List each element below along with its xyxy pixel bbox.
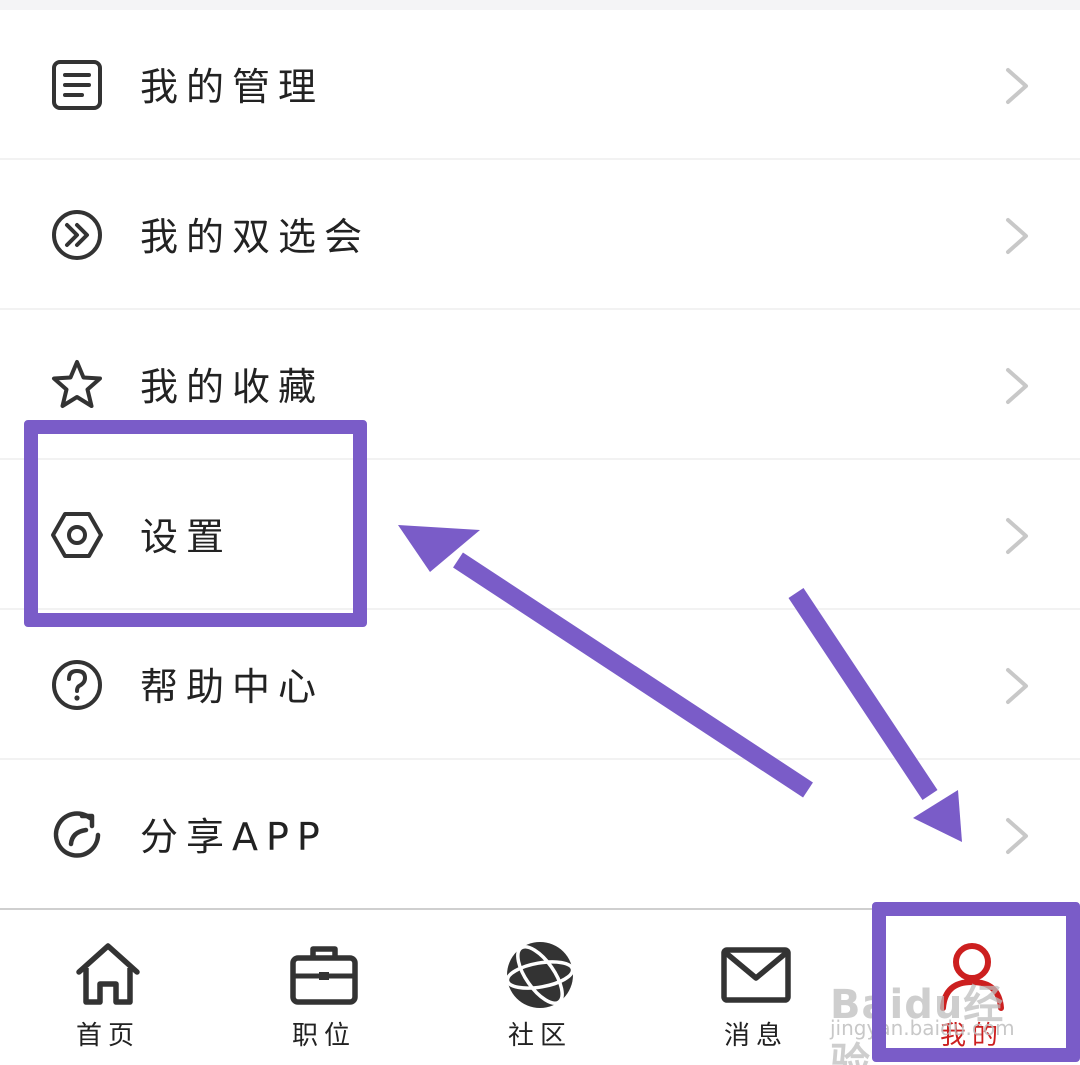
tab-label: 职位 (291, 1021, 356, 1051)
chevron-right-icon (1006, 818, 1028, 854)
bottom-tab-bar: 首页 职位 社区 消息 我的 (0, 908, 1080, 1065)
chevron-right-icon (1006, 218, 1028, 254)
tab-label: 社区 (507, 1021, 572, 1051)
list-icon (52, 60, 102, 110)
user-icon (940, 943, 1004, 1011)
menu-item-help-center[interactable]: 帮助中心 (0, 610, 1080, 760)
chevron-right-icon (1006, 518, 1028, 554)
menu-item-label: 我的管理 (140, 65, 325, 109)
tab-community[interactable]: 社区 (432, 910, 648, 1065)
menu-item-share-app[interactable]: 分享APP (0, 760, 1080, 910)
menu-item-label: 我的收藏 (140, 365, 325, 409)
tab-profile[interactable]: 我的 (864, 910, 1080, 1065)
mail-icon (721, 947, 791, 1003)
tab-home[interactable]: 首页 (0, 910, 216, 1065)
menu-item-my-job-fair[interactable]: 我的双选会 (0, 160, 1080, 310)
chevron-right-icon (1006, 668, 1028, 704)
chevron-right-icon (1006, 68, 1028, 104)
profile-menu: 我的管理 我的双选会 我的收藏 设置 帮助中心 分享APP (0, 10, 1080, 910)
tab-label: 消息 (723, 1021, 788, 1051)
tab-label: 首页 (75, 1021, 140, 1051)
tab-label: 我的 (939, 1021, 1004, 1051)
briefcase-icon (290, 946, 358, 1005)
question-circle-icon (52, 660, 102, 710)
menu-item-my-management[interactable]: 我的管理 (0, 10, 1080, 160)
menu-item-label: 设置 (140, 515, 233, 559)
home-icon (76, 943, 140, 1005)
hexagon-nut-icon (51, 512, 103, 558)
tab-messages[interactable]: 消息 (648, 910, 864, 1065)
tab-jobs[interactable]: 职位 (216, 910, 432, 1065)
star-icon (52, 360, 102, 408)
globe-icon (505, 942, 575, 1008)
menu-item-label: 分享APP (140, 815, 328, 859)
share-refresh-icon (53, 811, 101, 858)
screen: 我的管理 我的双选会 我的收藏 设置 帮助中心 分享APP 首页 职位 社区 消… (0, 0, 1080, 1065)
status-strip (0, 0, 1080, 10)
menu-item-settings[interactable]: 设置 (0, 460, 1080, 610)
chevron-right-icon (1006, 368, 1028, 404)
double-chevron-circle-icon (52, 210, 102, 260)
menu-item-my-favorites[interactable]: 我的收藏 (0, 310, 1080, 460)
menu-item-label: 帮助中心 (140, 665, 325, 709)
menu-item-label: 我的双选会 (140, 215, 371, 259)
